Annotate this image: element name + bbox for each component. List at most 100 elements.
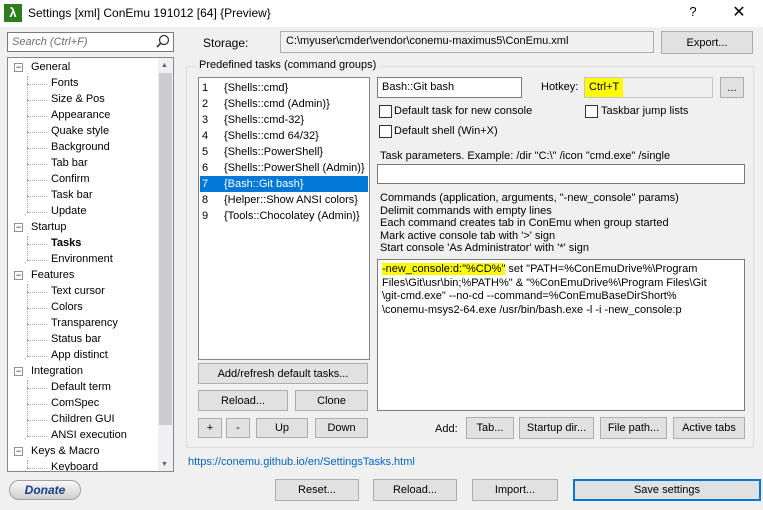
settings-tree[interactable]: ▲ ▼ − General Fonts Size & Pos Appearance Qua… [7,57,174,472]
task-params-label: Task parameters. Example: /dir "C:\" /ic… [380,150,671,162]
tree-expander-icon[interactable]: − [14,447,23,456]
tree-group-item[interactable]: General [31,61,70,73]
hotkey-field[interactable]: Ctrl+T [584,77,713,98]
move-up-button[interactable]: Up [256,418,308,438]
add-file-path-button[interactable]: File path... [600,417,667,439]
task-number: 8 [202,194,209,206]
add-refresh-default-tasks-button[interactable]: Add/refresh default tasks... [198,363,368,384]
task-name-input[interactable]: Bash::Git bash [377,77,522,98]
task-name: {Shells::cmd} [224,82,289,94]
donate-button[interactable]: Donate [9,480,81,500]
tree-connector [27,308,47,309]
default-task-checkbox[interactable] [379,105,392,118]
tree-child-item[interactable]: Tab bar [51,157,88,169]
tree-connector [27,148,47,149]
task-list-item[interactable]: 2 {Shells::cmd (Admin)} [200,96,368,112]
tree-child-item[interactable]: Background [51,141,110,153]
hotkey-choose-button[interactable]: ... [720,77,744,98]
task-number: 9 [202,210,209,222]
tree-child-item[interactable]: Keyboard [51,461,98,471]
search-icon[interactable] [155,33,171,51]
tree-child-item[interactable]: Transparency [51,317,118,329]
command-highlight: -new_console:d:"%CD%" [382,263,506,275]
taskbar-jump-checkbox[interactable] [585,105,598,118]
save-settings-button[interactable]: Save settings [573,479,761,501]
tree-expander-icon[interactable]: − [14,63,23,72]
tree-child-item[interactable]: Appearance [51,109,110,121]
scroll-up-icon[interactable]: ▲ [161,62,168,69]
tree-child-item[interactable]: Colors [51,301,83,313]
tree-child-item[interactable]: Size & Pos [51,93,105,105]
tree-scrollbar[interactable]: ▲ ▼ [158,58,173,471]
add-active-tabs-button[interactable]: Active tabs [673,417,745,439]
import-button[interactable]: Import... [472,479,558,501]
tree-scroll-thumb[interactable] [159,73,172,425]
tree-expander-icon[interactable]: − [14,223,23,232]
task-list-item[interactable]: 3 {Shells::cmd-32} [200,112,368,128]
task-list-item[interactable]: 4 {Shells::cmd 64/32} [200,128,368,144]
close-button[interactable]: ✕ [724,2,754,24]
tree-child-item[interactable]: Task bar [51,189,93,201]
task-number: 1 [202,82,209,94]
tree-child-item[interactable]: Default term [51,381,111,393]
tree-child-item[interactable]: Confirm [51,173,90,185]
task-name: {Bash::Git bash} [224,178,304,190]
task-list[interactable]: 1 {Shells::cmd}2 {Shells::cmd (Admin)} 3 {Sh… [198,77,370,360]
commands-textarea[interactable]: -new_console:d:"%CD%" set "PATH=%ConEmuD… [377,259,745,411]
tree-child-item[interactable]: Status bar [51,333,101,345]
commands-help-line: Start console 'As Administrator' with '*… [380,242,589,254]
reset-button[interactable]: Reset... [275,479,359,501]
default-shell-checkbox[interactable] [379,125,392,138]
task-list-item[interactable]: 6 {Shells::PowerShell (Admin)} [200,160,368,176]
tree-expander-icon[interactable]: − [14,271,23,280]
tree-child-item[interactable]: Fonts [51,77,79,89]
tree-group-item[interactable]: Startup [31,221,66,233]
tasks-group-title: Predefined tasks (command groups) [196,59,380,71]
task-number: 6 [202,162,209,174]
tree-child-item[interactable]: Tasks [51,237,81,249]
tree-child-item[interactable]: Update [51,205,86,217]
search-placeholder: Search (Ctrl+F) [12,36,88,48]
tree-connector [27,100,47,101]
export-button[interactable]: Export... [661,31,753,54]
tree-group-item[interactable]: Features [31,269,74,281]
commands-help-line: Commands (application, arguments, "-new_… [380,192,679,204]
reload-button[interactable]: Reload... [373,479,457,501]
move-down-button[interactable]: Down [315,418,368,438]
commands-help-line: Mark active console tab with '>' sign [380,229,556,242]
window-title: Settings [xml] ConEmu 191012 [64] {Previ… [28,6,271,20]
tree-group-item[interactable]: Keys & Macro [31,445,99,457]
task-list-item[interactable]: 1 {Shells::cmd} [200,80,368,96]
tree-child-item[interactable]: Children GUI [51,413,115,425]
help-button[interactable]: ? [680,4,706,22]
command-line: -new_console:d:"%CD%" set "PATH=%ConEmuD… [382,263,740,277]
add-startup-dir-button[interactable]: Startup dir... [519,417,594,439]
task-params-input[interactable] [377,164,745,184]
remove-task-button[interactable]: - [226,418,250,438]
task-list-item[interactable]: 8 {Helper::Show ANSI colors} [200,192,368,208]
task-list-item[interactable]: 7 {Bash::Git bash} [200,176,368,192]
add-tab-button[interactable]: Tab... [466,417,514,439]
default-task-label: Default task for new console [394,105,533,117]
tree-child-item[interactable]: Text cursor [51,285,105,297]
task-name: {Shells::cmd 64/32} [224,130,319,142]
clone-task-button[interactable]: Clone [295,390,368,411]
settings-tasks-help-link[interactable]: https://conemu.github.io/en/SettingsTask… [188,456,415,468]
task-list-item[interactable]: 5 {Shells::PowerShell} [200,144,368,160]
task-list-item[interactable]: 9 {Tools::Chocolatey (Admin)} [200,208,368,224]
tree-expander-icon[interactable]: − [14,367,23,376]
tree-child-item[interactable]: Environment [51,253,113,265]
conemu-app-icon: λ [4,4,22,22]
tree-connector [27,284,28,356]
reload-tasks-button[interactable]: Reload... [198,390,288,411]
tree-connector [27,164,47,165]
add-task-button[interactable]: + [198,418,222,438]
tree-child-item[interactable]: ANSI execution [51,429,127,441]
tree-group-item[interactable]: Integration [31,365,83,377]
tree-child-item[interactable]: App distinct [51,349,108,361]
hotkey-label: Hotkey: [541,81,579,93]
tree-child-item[interactable]: Quake style [51,125,109,137]
tree-child-item[interactable]: ComSpec [51,397,99,409]
search-input[interactable]: Search (Ctrl+F) [7,32,174,52]
scroll-down-icon[interactable]: ▼ [161,461,168,468]
